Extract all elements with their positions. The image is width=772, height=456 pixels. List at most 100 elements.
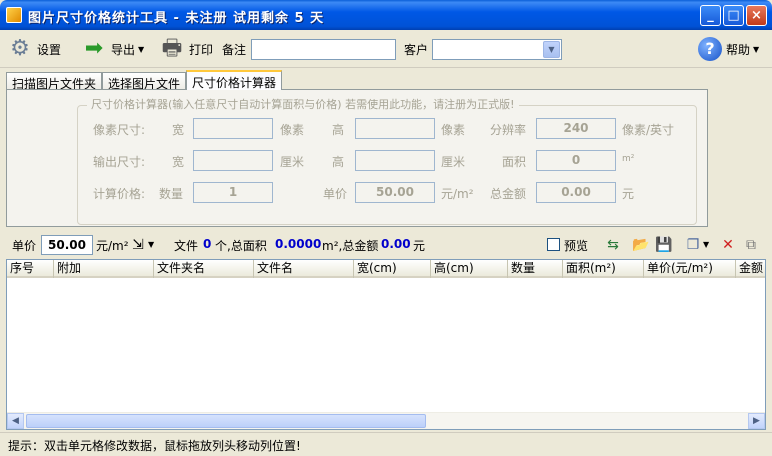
total-amount-unit: 元 [413, 239, 426, 253]
tab-scan-folder[interactable]: 扫描图片文件夹 [6, 72, 103, 91]
pixel-width-label: 宽 [172, 123, 185, 137]
col-area[interactable]: 面积(m²) [563, 260, 644, 278]
file-grid[interactable]: 序号 附加 文件夹名 文件名 宽(cm) 高(cm) 数量 面积(m²) 单价(… [6, 259, 766, 430]
files-unit: 个,总面积 [215, 239, 267, 253]
note-input[interactable] [251, 39, 396, 60]
pixel-height-label: 高 [332, 123, 345, 137]
total-amount-label: 总金额 [490, 187, 527, 201]
preview-label: 预览 [564, 239, 589, 253]
maximize-button[interactable]: □ [723, 5, 744, 26]
open-folder-icon[interactable]: 📂 [632, 236, 650, 254]
title-bar: 图片尺寸价格统计工具 - 未注册 试用剩余 5 天 _ □ × [0, 0, 772, 30]
col-unit-price[interactable]: 单价(元/m²) [644, 260, 736, 278]
files-label: 文件 [174, 239, 199, 253]
calc-price-label: 计算价格: [93, 187, 146, 201]
output-size-label: 输出尺寸: [93, 155, 146, 169]
pixel-width-field [193, 118, 273, 139]
resolution-field: 240 [536, 118, 616, 139]
scroll-right-icon[interactable]: ▶ [748, 413, 765, 429]
close-button[interactable]: × [746, 5, 767, 26]
col-quantity[interactable]: 数量 [508, 260, 563, 278]
app-icon [6, 7, 22, 23]
settings-button[interactable]: ⚙ 设置 [6, 34, 61, 64]
pixel-unit-label: 像素 [280, 123, 305, 137]
scroll-left-icon[interactable]: ◀ [7, 413, 24, 429]
pixel-height-field [355, 118, 435, 139]
export-button[interactable]: ➡ 导出 ▼ [80, 34, 144, 64]
area-field: 0 [536, 150, 616, 171]
chevron-down-icon[interactable]: ▼ [543, 41, 560, 58]
help-label: 帮助 [726, 42, 751, 57]
pixel-size-label: 像素尺寸: [93, 123, 146, 137]
status-bar: 提示：双击单元格修改数据，鼠标拖放列头移动列位置! [0, 432, 772, 456]
horizontal-scrollbar[interactable]: ◀ ▶ [7, 412, 765, 429]
help-button[interactable]: ? 帮助 ▼ [698, 34, 759, 64]
total-area-unit: m²,总金额 [322, 239, 379, 253]
dropdown-caret-icon: ▼ [753, 44, 760, 54]
unit-price-input[interactable]: 50.00 [41, 235, 93, 255]
unit-price-label: 单价 [12, 239, 37, 253]
pixel-unit-label-2: 像素 [441, 123, 466, 137]
quantity-field: 1 [193, 182, 273, 203]
calculator-group-title: 尺寸价格计算器(输入任意尺寸自动计算面积与价格) 若需使用此功能，请注册为正式版… [87, 96, 519, 112]
output-height-field [355, 150, 435, 171]
total-amount-field: 0.00 [536, 182, 616, 203]
output-width-label: 宽 [172, 155, 185, 169]
col-file-name[interactable]: 文件名 [254, 260, 354, 278]
print-label: 打印 [189, 42, 214, 57]
preview-checkbox[interactable] [547, 238, 560, 251]
col-width[interactable]: 宽(cm) [354, 260, 431, 278]
window-title: 图片尺寸价格统计工具 - 未注册 试用剩余 5 天 [28, 11, 325, 26]
cm-unit-label-2: 厘米 [441, 155, 466, 169]
grid-header: 序号 附加 文件夹名 文件名 宽(cm) 高(cm) 数量 面积(m²) 单价(… [7, 260, 765, 278]
toolbar: ⚙ 设置 ➡ 导出 ▼ 🖶 打印 备注 客户 ▼ ? 帮助 ▼ [0, 30, 772, 68]
status-text: 提示：双击单元格修改数据，鼠标拖放列头移动列位置! [8, 439, 301, 453]
settings-label: 设置 [37, 42, 62, 57]
resolution-unit-label: 像素/英寸 [622, 123, 675, 137]
unit-price-label: 单价 [323, 187, 348, 201]
export-label: 导出 [111, 42, 136, 57]
client-label: 客户 [404, 42, 429, 57]
files-count: 0 [203, 237, 212, 251]
unit-price-unit: 元/m² [96, 239, 129, 253]
copy-icon[interactable]: ❐ [684, 236, 702, 254]
unit-price-field: 50.00 [355, 182, 435, 203]
clear-icon[interactable]: ⧉ [742, 236, 760, 254]
col-amount[interactable]: 金额 [736, 260, 765, 278]
calculator-panel: 尺寸价格计算器(输入任意尺寸自动计算面积与价格) 若需使用此功能，请注册为正式版… [6, 89, 708, 227]
gear-icon: ⚙ [10, 36, 30, 61]
quantity-label: 数量 [159, 187, 184, 201]
summary-bar: 单价 50.00 元/m² ⇲ ▼ 文件 0 个,总面积 0.0000 m²,总… [0, 232, 772, 258]
tab-select-files[interactable]: 选择图片文件 [102, 72, 187, 91]
export-arrow-icon: ➡ [84, 36, 104, 61]
resolution-label: 分辨率 [490, 123, 527, 137]
col-extra[interactable]: 附加 [54, 260, 154, 278]
unit-price-unit-label: 元/m² [441, 187, 474, 201]
delete-icon[interactable]: ✕ [719, 236, 737, 254]
area-label: 面积 [502, 155, 527, 169]
save-icon[interactable]: 💾 [655, 236, 673, 254]
dropdown-caret-icon[interactable]: ▼ [703, 240, 709, 249]
apply-price-icon[interactable]: ⇲ [129, 236, 147, 254]
help-icon: ? [698, 37, 722, 61]
dropdown-caret-icon: ▼ [138, 44, 145, 54]
client-select[interactable]: ▼ [432, 39, 562, 60]
note-label: 备注 [222, 42, 247, 57]
col-folder-name[interactable]: 文件夹名 [154, 260, 254, 278]
dropdown-caret-icon[interactable]: ▼ [148, 240, 154, 249]
total-area-value: 0.0000 [275, 237, 322, 251]
tab-size-price-calculator[interactable]: 尺寸价格计算器 [186, 70, 283, 90]
output-height-label: 高 [332, 155, 345, 169]
import-icon[interactable]: ⇆ [604, 236, 622, 254]
area-unit-label: m² [622, 154, 635, 164]
col-height[interactable]: 高(cm) [431, 260, 508, 278]
minimize-button[interactable]: _ [700, 5, 721, 26]
scroll-thumb[interactable] [26, 414, 426, 428]
total-amount-value: 0.00 [381, 237, 411, 251]
total-unit-label: 元 [622, 187, 635, 201]
print-button[interactable]: 🖶 打印 [158, 34, 213, 64]
output-width-field [193, 150, 273, 171]
col-index[interactable]: 序号 [7, 260, 54, 278]
printer-icon: 🖶 [161, 36, 183, 61]
cm-unit-label: 厘米 [280, 155, 305, 169]
